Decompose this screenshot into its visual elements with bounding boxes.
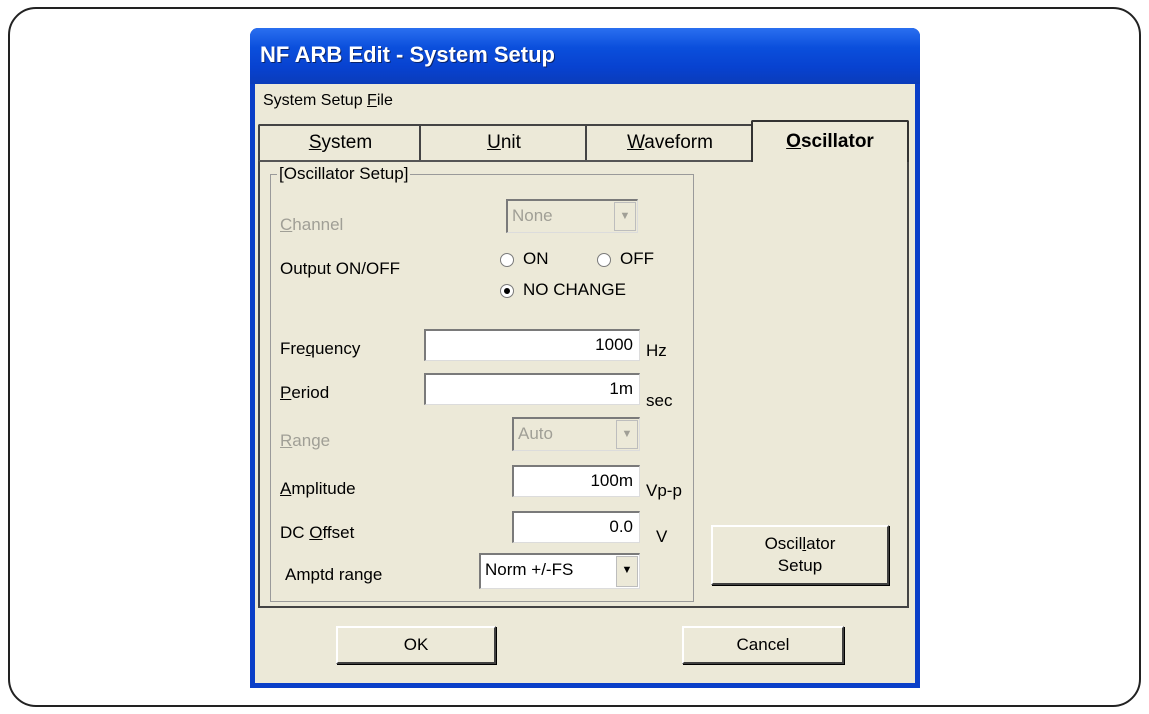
ok-button[interactable]: OK: [336, 626, 496, 664]
tab-oscillator[interactable]: Oscillator: [751, 120, 909, 162]
dc-offset-input[interactable]: 0.0: [512, 511, 640, 543]
range-label: Range: [280, 431, 331, 450]
dc-offset-unit: V: [656, 527, 668, 546]
radio-off[interactable]: [597, 253, 611, 267]
group-title: [Oscillator Setup]: [277, 164, 411, 184]
dialog-client: System Setup File System Unit Waveform O…: [255, 84, 915, 683]
amptd-range-select[interactable]: Norm +/-FS ▼: [479, 553, 640, 589]
setup-button-line2: Setup: [777, 556, 823, 575]
frequency-label: Frequency: [280, 339, 361, 358]
amplitude-unit: Vp-p: [646, 481, 682, 500]
tab-unit[interactable]: Unit: [419, 124, 589, 160]
radio-no-change[interactable]: [500, 284, 514, 298]
radio-on[interactable]: [500, 253, 514, 267]
oscillator-setup-group: [Oscillator Setup] Channel None ▼ Output…: [270, 164, 694, 602]
dialog-window: NF ARB Edit - System Setup System Setup …: [250, 28, 920, 688]
amplitude-label: Amplitude: [280, 479, 356, 498]
radio-no-change-label: NO CHANGE: [523, 280, 626, 299]
cancel-button[interactable]: Cancel: [682, 626, 844, 664]
radio-off-label: OFF: [620, 249, 654, 268]
radio-on-label: ON: [523, 249, 549, 268]
channel-value: None: [512, 206, 553, 225]
period-unit: sec: [646, 391, 673, 410]
chevron-down-icon[interactable]: ▼: [614, 202, 636, 231]
range-select[interactable]: Auto ▼: [512, 417, 640, 451]
channel-label: Channel: [280, 215, 344, 234]
chevron-down-icon[interactable]: ▼: [616, 420, 638, 449]
radio-selected-dot: [504, 288, 510, 294]
oscillator-panel: [Oscillator Setup] Channel None ▼ Output…: [258, 160, 909, 608]
amplitude-input[interactable]: 100m: [512, 465, 640, 497]
menu-bar: System Setup File: [255, 84, 915, 114]
amptd-range-label: Amptd range: [285, 565, 383, 584]
window-title: NF ARB Edit - System Setup: [260, 42, 555, 67]
frequency-unit: Hz: [646, 341, 667, 360]
tab-system[interactable]: System: [258, 124, 423, 160]
oscillator-setup-button[interactable]: Oscillator Setup: [711, 525, 889, 585]
channel-select[interactable]: None ▼: [506, 199, 638, 233]
range-value: Auto: [518, 424, 553, 443]
setup-button-line1: Oscillator: [764, 534, 836, 553]
title-bar[interactable]: NF ARB Edit - System Setup: [250, 28, 920, 84]
output-label: Output ON/OFF: [280, 259, 400, 278]
period-input[interactable]: 1m: [424, 373, 640, 405]
dc-offset-label: DC Offset: [280, 523, 355, 542]
menu-system-setup-file[interactable]: System Setup File: [263, 92, 393, 110]
period-label: Period: [280, 383, 330, 402]
chevron-down-icon[interactable]: ▼: [616, 556, 638, 587]
frequency-input[interactable]: 1000: [424, 329, 640, 361]
amptd-range-value: Norm +/-FS: [485, 560, 574, 579]
tab-waveform[interactable]: Waveform: [585, 124, 755, 160]
